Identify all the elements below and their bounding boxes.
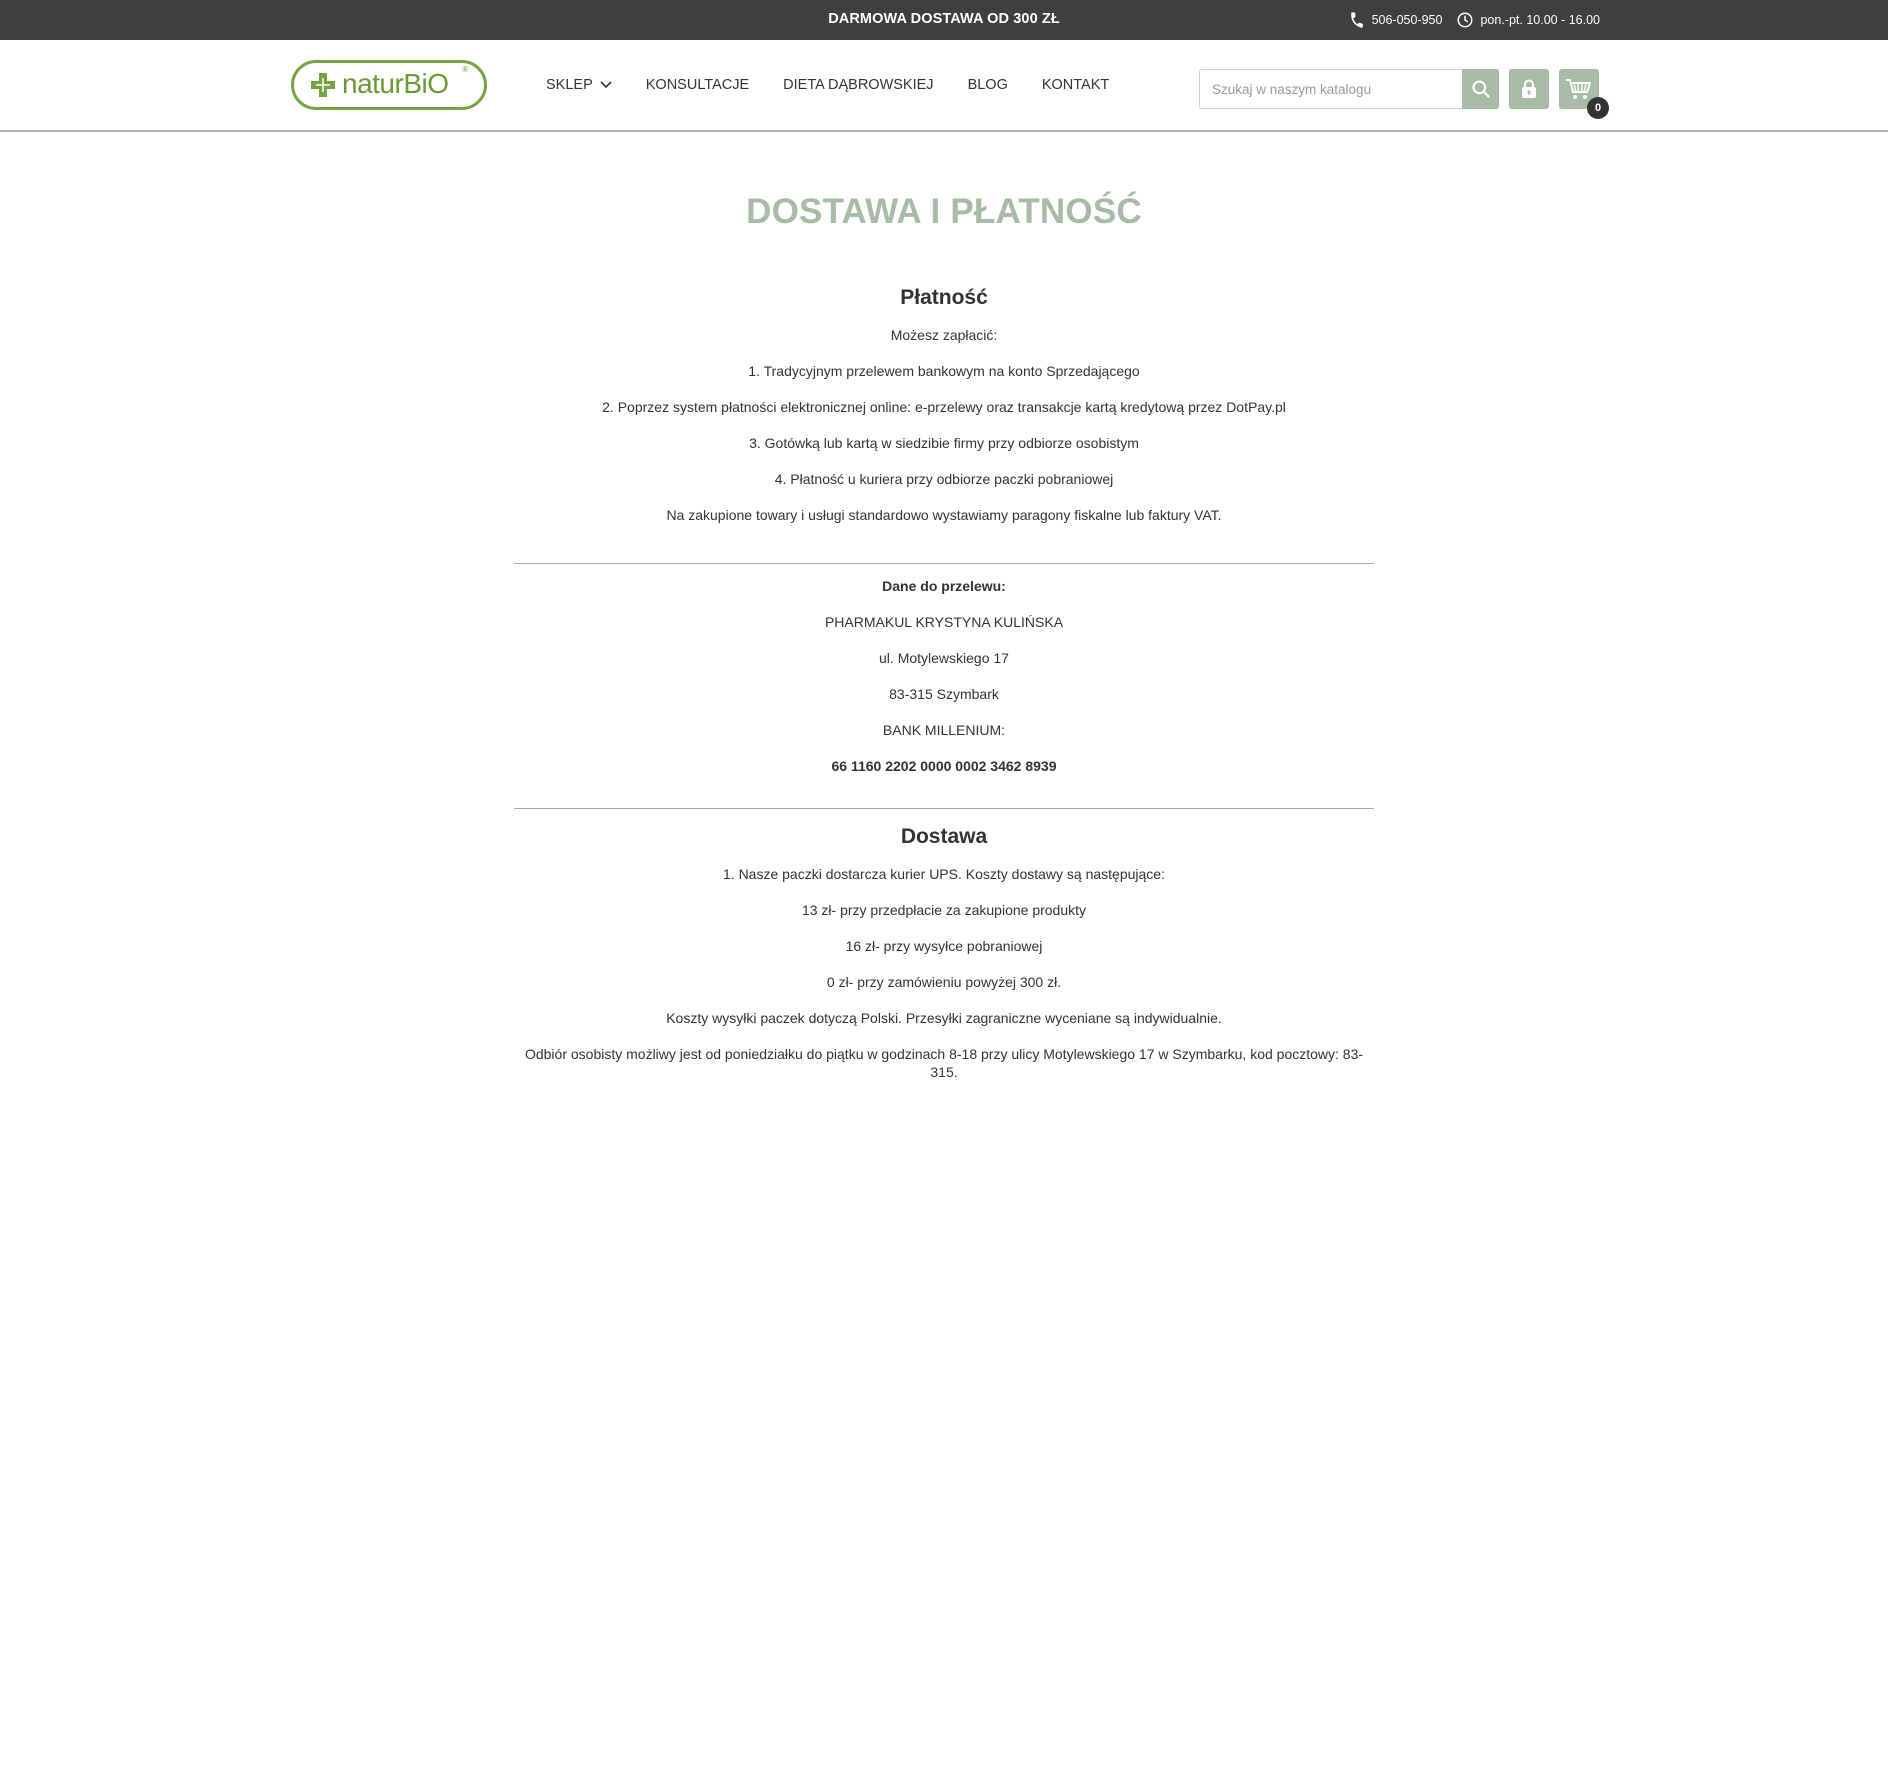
nav-item-blog[interactable]: BLOG xyxy=(968,77,1008,93)
cart-count-badge: 0 xyxy=(1587,97,1609,119)
transfer-street: ul. Motylewskiego 17 xyxy=(879,650,1009,666)
search-button[interactable] xyxy=(1462,69,1499,109)
transfer-heading: Dane do przelewu: xyxy=(882,578,1006,594)
contact-info: 506-050-950 pon.-pt. 10.00 - 16.00 xyxy=(1348,0,1600,40)
pickup-note: Odbiór osobisty możliwy jest od poniedzi… xyxy=(524,1046,1364,1080)
section-divider xyxy=(514,808,1374,809)
hours-text: pon.-pt. 10.00 - 16.00 xyxy=(1480,13,1600,27)
transfer-bank: BANK MILLENIUM: xyxy=(882,722,1006,738)
logo[interactable]: naturBiO ® xyxy=(291,60,487,110)
payment-option: 2. Poprzez system płatności elektroniczn… xyxy=(602,399,1286,415)
logo-text: naturBiO xyxy=(342,68,449,99)
nav-item-label: BLOG xyxy=(967,77,1008,93)
payment-heading: Płatność xyxy=(900,286,988,309)
nav-item-label: KONSULTACJE xyxy=(645,77,750,93)
nav-item-label: DIETA DĄBROWSKIEJ xyxy=(783,77,934,93)
nav-item-dieta[interactable]: DIETA DĄBROWSKIEJ xyxy=(783,77,933,93)
chevron-down-icon xyxy=(600,81,612,89)
payment-option: 3. Gotówką lub kartą w siedzibie firmy p… xyxy=(749,435,1139,451)
payment-option: 1. Tradycyjnym przelewem bankowym na kon… xyxy=(748,363,1140,379)
shipping-note: Koszty wysyłki paczek dotyczą Polski. Pr… xyxy=(666,1010,1222,1026)
phone-number: 506-050-950 xyxy=(1371,13,1443,27)
main-nav: SKLEP KONSULTACJE DIETA DĄBROWSKIEJ BLOG… xyxy=(546,40,1143,130)
search-input[interactable] xyxy=(1199,69,1463,109)
lock-icon xyxy=(1522,79,1536,98)
page-title: DOSTAWA I PŁATNOŚĆ xyxy=(746,192,1142,231)
phone-icon xyxy=(1350,12,1363,28)
nav-item-label: SKLEP xyxy=(546,77,593,93)
nav-item-sklep[interactable]: SKLEP xyxy=(546,77,612,93)
opening-hours: pon.-pt. 10.00 - 16.00 xyxy=(1456,11,1600,29)
nav-item-konsultacje[interactable]: KONSULTACJE xyxy=(646,77,749,93)
payment-intro: Możesz zapłacić: xyxy=(890,327,998,343)
search-icon xyxy=(1472,80,1490,98)
content-area: Płatność Możesz zapłacić: 1. Tradycyjnym… xyxy=(514,285,1374,1080)
transfer-city: 83-315 Szymbark xyxy=(889,686,999,702)
nav-item-kontakt[interactable]: KONTAKT xyxy=(1042,77,1109,93)
top-bar: DARMOWA DOSTAWA OD 300 ZŁ 506-050-950 po… xyxy=(0,0,1888,40)
delivery-cost: 16 zł- przy wysyłce pobraniowej xyxy=(845,938,1043,954)
invoice-note: Na zakupione towary i usługi standardowo… xyxy=(666,507,1222,523)
delivery-intro: 1. Nasze paczki dostarcza kurier UPS. Ko… xyxy=(723,866,1165,882)
clock-icon xyxy=(1457,12,1473,28)
delivery-heading: Dostawa xyxy=(900,825,988,848)
search-form xyxy=(1199,69,1499,109)
pharmacy-cross-icon xyxy=(311,73,335,97)
cart-icon xyxy=(1566,79,1591,99)
bank-account-number: 66 1160 2202 0000 0002 3462 8939 xyxy=(831,758,1057,774)
site-header: naturBiO ® SKLEP KONSULTACJE DIETA DĄBRO… xyxy=(0,40,1888,132)
section-divider xyxy=(514,563,1374,564)
transfer-company: PHARMAKUL KRYSTYNA KULIŃSKA xyxy=(824,614,1064,630)
main-content: DOSTAWA I PŁATNOŚĆ Płatność Możesz zapła… xyxy=(0,192,1888,1080)
delivery-cost: 13 zł- przy przedpłacie za zakupione pro… xyxy=(801,902,1087,918)
delivery-cost: 0 zł- przy zamówieniu powyżej 300 zł. xyxy=(826,974,1062,990)
payment-option: 4. Płatność u kuriera przy odbiorze pacz… xyxy=(774,471,1114,487)
nav-item-label: KONTAKT xyxy=(1041,77,1110,93)
account-button[interactable] xyxy=(1509,69,1549,109)
logo-registered-mark: ® xyxy=(462,65,468,74)
free-shipping-banner: DARMOWA DOSTAWA OD 300 ZŁ xyxy=(828,11,1060,27)
phone-link[interactable]: 506-050-950 xyxy=(1348,11,1443,29)
